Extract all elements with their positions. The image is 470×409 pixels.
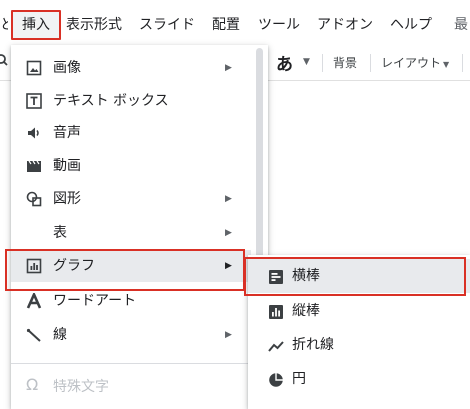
submenu-item-label: 折れ線 bbox=[292, 337, 334, 353]
menu-item-special-characters: Ω 特殊文字 bbox=[11, 371, 251, 403]
toolbar-divider bbox=[322, 54, 323, 72]
omega-icon: Ω bbox=[26, 375, 39, 394]
layout-caret-icon: ▼ bbox=[443, 60, 450, 69]
menu-item-label: 図形 bbox=[53, 191, 81, 207]
menu-item-label: テキスト ボックス bbox=[53, 93, 169, 109]
menu-item-label: 表 bbox=[53, 225, 67, 241]
menu-insert[interactable]: 挿入 bbox=[11, 10, 61, 40]
menu-help[interactable]: ヘルプ bbox=[390, 10, 432, 40]
toolbar-divider bbox=[462, 54, 463, 72]
submenu-item-pie[interactable]: 円 bbox=[248, 362, 470, 396]
font-select[interactable]: あ bbox=[276, 50, 293, 75]
menu-item-label: グラフ bbox=[53, 258, 95, 274]
menu-item-word-art[interactable]: ワードアート bbox=[11, 285, 251, 317]
menu-arrange[interactable]: 配置 bbox=[212, 10, 240, 40]
submenu-item-line[interactable]: 折れ線 bbox=[248, 328, 470, 362]
chart-icon bbox=[26, 258, 42, 274]
bar-chart-icon bbox=[269, 270, 283, 284]
submenu-arrow-icon: ▶ bbox=[225, 194, 232, 204]
layout-label: レイアウト bbox=[381, 56, 442, 70]
submenu-arrow-icon: ▶ bbox=[225, 63, 232, 73]
submenu-item-label: 円 bbox=[292, 371, 306, 387]
video-icon bbox=[27, 160, 41, 172]
insert-menu: 画像 ▶ テキスト ボックス 音声 動画 図形 ▶ 表 ▶ グラフ ▶ ワードア… bbox=[11, 45, 268, 409]
menu-item-table[interactable]: 表 ▶ bbox=[11, 217, 251, 249]
menu-item-line[interactable]: 線 ▶ bbox=[11, 319, 251, 351]
toolbar-divider bbox=[370, 54, 371, 72]
background-button[interactable]: 背景 bbox=[333, 54, 357, 71]
menu-slide[interactable]: スライド bbox=[139, 10, 195, 40]
menu-item-chart[interactable]: グラフ ▶ bbox=[11, 250, 251, 282]
menu-item-label: 特殊文字 bbox=[53, 379, 109, 395]
menu-item-label: ワードアート bbox=[53, 293, 137, 309]
menu-item-shape[interactable]: 図形 ▶ bbox=[11, 183, 251, 215]
pie-chart-icon bbox=[269, 373, 283, 387]
menu-tools[interactable]: ツール bbox=[258, 10, 300, 40]
menu-cut-right[interactable]: 最 bbox=[454, 10, 468, 40]
menu-item-label: 音声 bbox=[53, 125, 81, 141]
menu-format[interactable]: 表示形式 bbox=[66, 10, 122, 40]
menu-item-text-box[interactable]: テキスト ボックス bbox=[11, 85, 251, 117]
menu-addons[interactable]: アドオン bbox=[317, 10, 373, 40]
shape-icon bbox=[26, 191, 42, 207]
line-chart-icon bbox=[268, 341, 284, 352]
column-chart-icon bbox=[269, 305, 283, 319]
word-art-icon bbox=[26, 293, 42, 309]
font-caret-icon[interactable]: ▼ bbox=[303, 57, 310, 67]
title-cutoff-text bbox=[18, 0, 24, 5]
menu-divider bbox=[11, 363, 262, 364]
submenu-item-label: 縦棒 bbox=[292, 303, 320, 319]
submenu-item-bar[interactable]: 横棒 bbox=[248, 259, 470, 293]
line-icon bbox=[26, 328, 41, 342]
menu-bar: と 挿入 表示形式 スライド 配置 ツール アドオン ヘルプ 最 bbox=[0, 10, 470, 40]
menu-item-label: 画像 bbox=[53, 60, 81, 76]
submenu-arrow-icon: ▶ bbox=[225, 261, 232, 271]
menu-item-label: 線 bbox=[53, 327, 67, 343]
audio-icon bbox=[28, 127, 39, 139]
submenu-arrow-icon: ▶ bbox=[225, 228, 232, 238]
chart-submenu: 横棒 縦棒 折れ線 円 bbox=[248, 255, 470, 409]
search-icon[interactable] bbox=[0, 53, 8, 67]
submenu-arrow-icon: ▶ bbox=[225, 330, 232, 340]
submenu-item-column[interactable]: 縦棒 bbox=[248, 294, 470, 328]
text-box-icon bbox=[26, 93, 42, 109]
menu-item-image[interactable]: 画像 ▶ bbox=[11, 52, 251, 84]
menu-item-audio[interactable]: 音声 bbox=[11, 117, 251, 149]
menu-item-video[interactable]: 動画 bbox=[11, 150, 251, 182]
title-row-cutoff bbox=[0, 0, 470, 8]
submenu-item-label: 横棒 bbox=[292, 268, 320, 284]
menu-item-label: 動画 bbox=[53, 158, 81, 174]
layout-button[interactable]: レイアウト ▼ bbox=[381, 54, 449, 71]
menu-cut-left: と bbox=[0, 17, 8, 33]
image-icon bbox=[26, 60, 42, 76]
